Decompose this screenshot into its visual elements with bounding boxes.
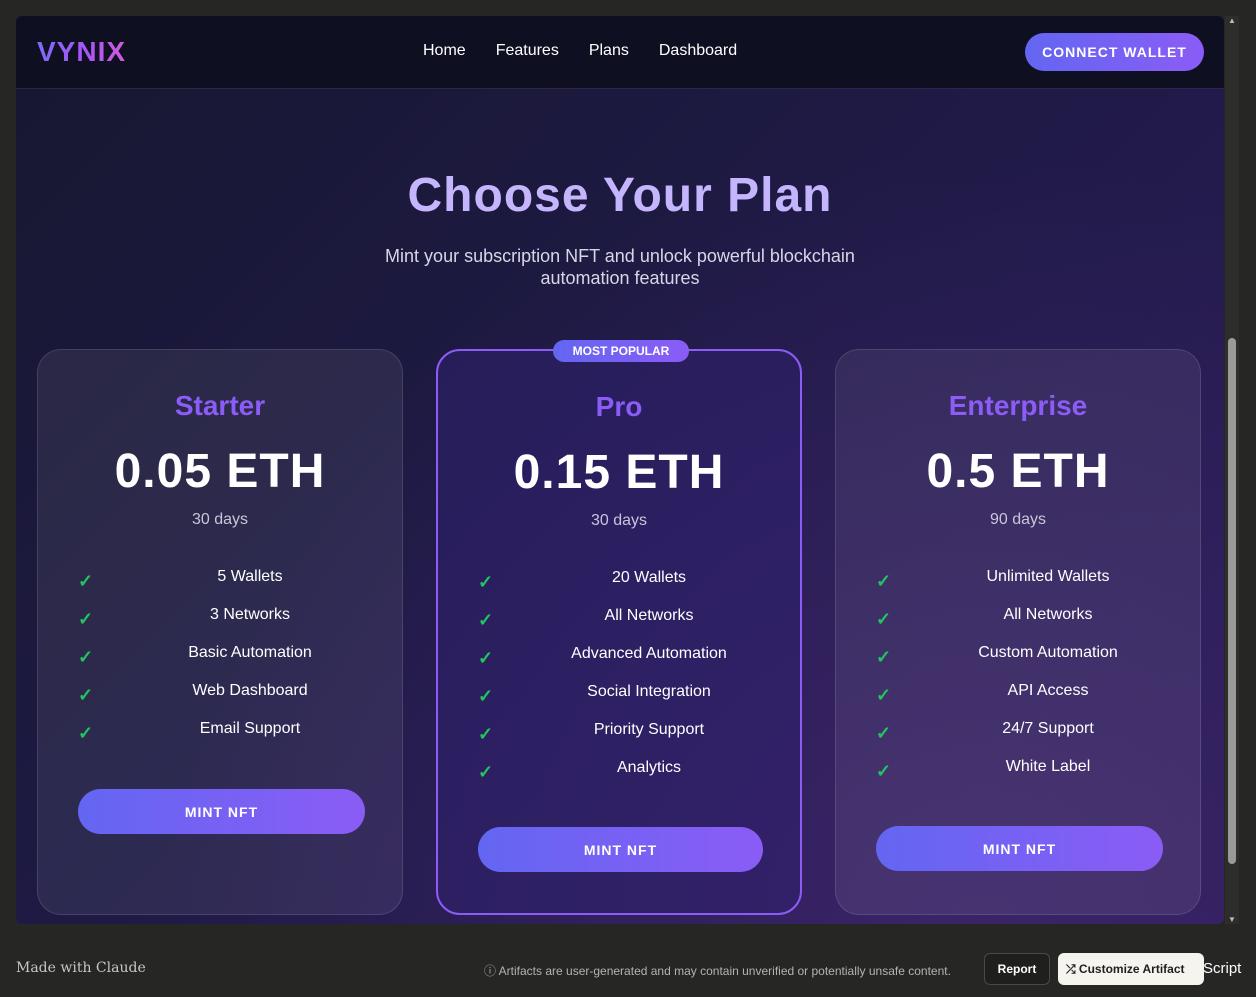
plan-period: 30 days <box>191 511 249 528</box>
logo[interactable]: VYNIX <box>37 36 126 68</box>
feature-item: ✓ All Networks <box>438 607 800 645</box>
trailing-text: Script <box>1203 960 1242 977</box>
check-icon: ✓ <box>78 609 94 629</box>
feature-item: ✓ 24/7 Support <box>836 720 1200 758</box>
feature-list: ✓ 20 Wallets ✓ All Networks ✓ Advanced Auto… <box>438 569 800 797</box>
feature-label: Email Support <box>199 720 301 737</box>
mint-nft-button-starter[interactable]: MINT NFT <box>78 789 365 834</box>
feature-item: ✓ Web Dashboard <box>38 682 402 720</box>
feature-item: ✓ Basic Automation <box>38 644 402 682</box>
nav-link-features[interactable]: Features <box>496 42 559 60</box>
check-icon: ✓ <box>876 571 892 591</box>
feature-label: White Label <box>1005 758 1091 775</box>
feature-list: ✓ 5 Wallets ✓ 3 Networks ✓ Basic Automation… <box>38 568 402 758</box>
check-icon: ✓ <box>876 609 892 629</box>
made-with-claude-text: Made with Claude <box>16 960 146 976</box>
check-icon: ✓ <box>876 647 892 667</box>
plan-card-starter: Starter 0.05 ETH 30 days ✓ 5 Wallets ✓ 3 N… <box>37 349 403 915</box>
check-icon: ✓ <box>78 685 94 705</box>
mint-nft-button-enterprise[interactable]: MINT NFT <box>876 826 1163 871</box>
feature-item: ✓ Analytics <box>438 759 800 797</box>
plan-name: Pro <box>595 391 643 422</box>
nav-link-plans[interactable]: Plans <box>589 42 629 60</box>
scroll-up-arrow-icon[interactable]: ▲ <box>1228 16 1236 25</box>
feature-label: Advanced Automation <box>571 645 727 662</box>
plan-price: 0.05 ETH <box>114 445 326 498</box>
plan-period: 90 days <box>989 511 1047 528</box>
feature-item: ✓ Priority Support <box>438 721 800 759</box>
feature-label: 24/7 Support <box>1002 720 1094 737</box>
check-icon: ✓ <box>478 648 494 668</box>
feature-item: ✓ 3 Networks <box>38 606 402 644</box>
plan-card-enterprise: Enterprise 0.5 ETH 90 days ✓ Unlimited Wa… <box>835 349 1201 915</box>
check-icon: ✓ <box>478 572 494 592</box>
nav-links: Home Features Plans Dashboard <box>423 42 737 60</box>
feature-item: ✓ Social Integration <box>438 683 800 721</box>
feature-label: Analytics <box>616 759 682 776</box>
customize-artifact-button[interactable]: ⤮ Customize Artifact <box>1058 953 1204 985</box>
feature-item: ✓ 20 Wallets <box>438 569 800 607</box>
footer-bar: Made with Claude ⓘ Artifacts are user-ge… <box>0 940 1256 997</box>
feature-item: ✓ Advanced Automation <box>438 645 800 683</box>
feature-label: 5 Wallets <box>217 568 283 585</box>
feature-item: ✓ Email Support <box>38 720 402 758</box>
check-icon: ✓ <box>478 724 494 744</box>
report-button[interactable]: Report <box>984 953 1050 985</box>
plan-price: 0.5 ETH <box>926 445 1110 498</box>
nav-link-dashboard[interactable]: Dashboard <box>659 42 737 60</box>
scrollbar[interactable]: ▲ ▼ <box>1225 16 1239 924</box>
page-subtitle: Mint your subscription NFT and unlock po… <box>385 246 855 288</box>
navbar: VYNIX Home Features Plans Dashboard CONN… <box>16 16 1224 89</box>
feature-item: ✓ Unlimited Wallets <box>836 568 1200 606</box>
page-title: Choose Your Plan <box>407 169 833 222</box>
check-icon: ✓ <box>478 762 494 782</box>
feature-list: ✓ Unlimited Wallets ✓ All Networks ✓ Custom… <box>836 568 1200 796</box>
plan-price: 0.15 ETH <box>513 446 725 499</box>
feature-label: 20 Wallets <box>611 569 687 586</box>
mint-nft-button-pro[interactable]: MINT NFT <box>478 827 763 872</box>
popular-badge: MOST POPULAR <box>553 340 689 362</box>
check-icon: ✓ <box>876 685 892 705</box>
plan-card-pro: MOST POPULAR Pro 0.15 ETH 30 days ✓ 20 Wa… <box>436 340 802 915</box>
check-icon: ✓ <box>478 686 494 706</box>
feature-label: Social Integration <box>587 683 711 700</box>
check-icon: ✓ <box>876 723 892 743</box>
plan-period: 30 days <box>590 512 648 529</box>
check-icon: ✓ <box>78 571 94 591</box>
check-icon: ✓ <box>78 647 94 667</box>
feature-label: Unlimited Wallets <box>986 568 1110 585</box>
feature-item: ✓ API Access <box>836 682 1200 720</box>
feature-label: Web Dashboard <box>192 682 308 699</box>
plan-name: Starter <box>174 390 266 421</box>
feature-label: Basic Automation <box>188 644 312 661</box>
disclaimer-text: ⓘ Artifacts are user-generated and may c… <box>484 964 951 978</box>
check-icon: ✓ <box>478 610 494 630</box>
feature-label: API Access <box>1007 682 1089 699</box>
check-icon: ✓ <box>78 723 94 743</box>
feature-item: ✓ Custom Automation <box>836 644 1200 682</box>
app-frame: VYNIX Home Features Plans Dashboard CONN… <box>16 16 1224 924</box>
feature-label: 3 Networks <box>209 606 291 623</box>
feature-item: ✓ 5 Wallets <box>38 568 402 606</box>
connect-wallet-button[interactable]: CONNECT WALLET <box>1025 33 1204 71</box>
plan-name: Enterprise <box>948 390 1088 421</box>
feature-item: ✓ All Networks <box>836 606 1200 644</box>
check-icon: ✓ <box>876 761 892 781</box>
feature-label: Priority Support <box>593 721 705 738</box>
scroll-thumb[interactable] <box>1228 338 1236 864</box>
feature-item: ✓ White Label <box>836 758 1200 796</box>
feature-label: Custom Automation <box>978 644 1118 661</box>
feature-label: All Networks <box>604 607 694 624</box>
feature-label: All Networks <box>1003 606 1093 623</box>
scroll-down-arrow-icon[interactable]: ▼ <box>1228 915 1236 924</box>
nav-link-home[interactable]: Home <box>423 42 466 60</box>
